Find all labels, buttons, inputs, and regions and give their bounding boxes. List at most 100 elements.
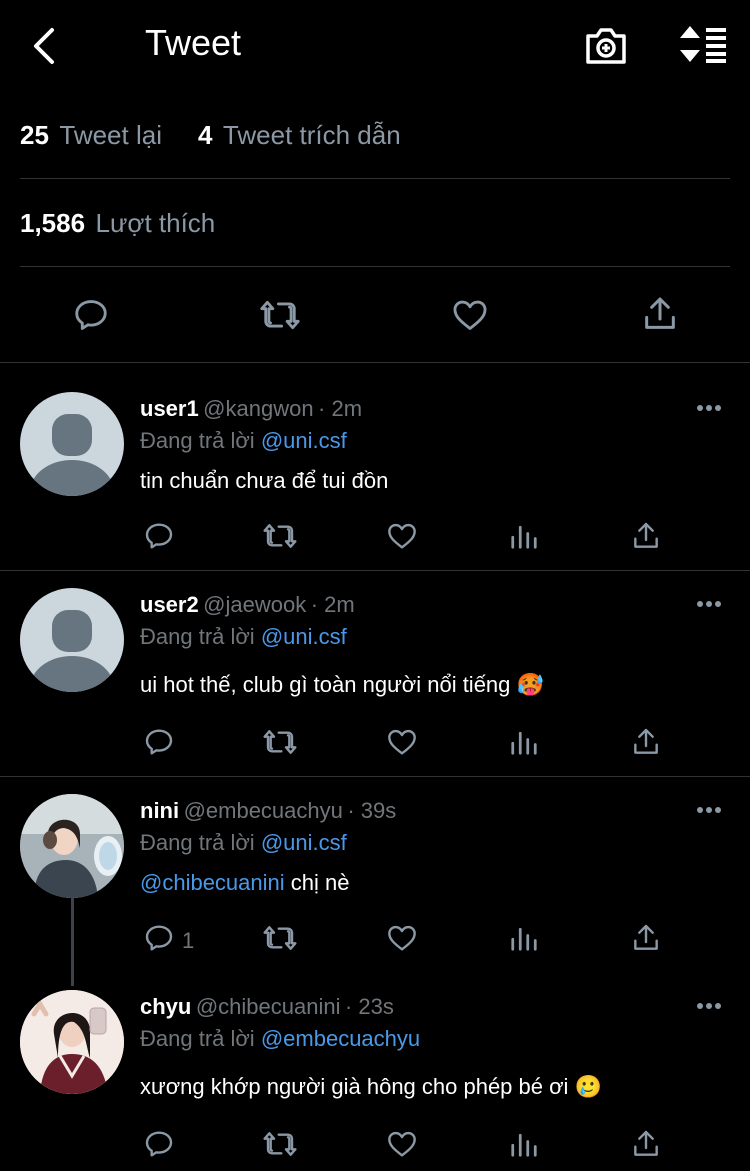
body-mention-link[interactable]: @chibecuanini xyxy=(140,870,285,895)
more-dots-icon xyxy=(697,807,721,813)
reply-mention-link[interactable]: @uni.csf xyxy=(261,428,347,453)
retweet-icon xyxy=(263,926,297,950)
tweet-actions: 1 xyxy=(140,922,670,958)
retweet-count: 25 xyxy=(20,120,49,150)
tweet-text-wrap: ui hot thế, club gì toàn người nổi tiếng… xyxy=(140,672,544,698)
retweet-button[interactable] xyxy=(258,296,302,334)
analytics-button[interactable] xyxy=(509,726,539,758)
like-count: 1,586 xyxy=(20,208,86,238)
heart-icon xyxy=(388,1131,416,1157)
avatar[interactable] xyxy=(20,990,124,1094)
like-button[interactable] xyxy=(386,520,418,552)
avatar[interactable] xyxy=(20,794,124,898)
divider xyxy=(0,362,750,363)
divider xyxy=(20,266,730,267)
analytics-icon xyxy=(511,927,537,951)
more-button[interactable] xyxy=(696,600,722,608)
heart-icon xyxy=(388,729,416,755)
tweet-text-wrap: xương khớp người già hông cho phép bé ơi… xyxy=(140,1074,602,1100)
like-button[interactable] xyxy=(450,296,490,334)
divider xyxy=(0,776,750,777)
reply-button[interactable] xyxy=(143,520,175,552)
tweet-text: ui hot thế, club gì toàn người nổi tiếng xyxy=(140,672,511,697)
quote-count: 4 xyxy=(198,120,213,150)
like-button[interactable] xyxy=(386,922,418,954)
retweet-button[interactable] xyxy=(262,922,298,954)
avatar[interactable] xyxy=(20,392,124,496)
like-stats[interactable]: 1,586 Lượt thích xyxy=(20,208,215,239)
page-title: Tweet xyxy=(145,22,242,63)
reply-button[interactable] xyxy=(143,1128,175,1160)
handle[interactable]: @embecuachyu xyxy=(184,798,343,823)
more-button[interactable] xyxy=(696,806,722,814)
retweet-button[interactable] xyxy=(262,1128,298,1160)
share-button[interactable] xyxy=(630,520,662,552)
timestamp: · 2m xyxy=(310,592,355,617)
analytics-icon xyxy=(511,1133,537,1157)
tweet-text: chị nè xyxy=(284,870,350,895)
more-dots-icon xyxy=(697,601,721,607)
retweet-button[interactable] xyxy=(262,520,298,552)
handle[interactable]: @chibecuanini xyxy=(196,994,341,1019)
default-avatar-icon xyxy=(30,610,114,692)
replying-label: Đang trả lời xyxy=(140,1026,255,1051)
analytics-button[interactable] xyxy=(509,1128,539,1160)
tweet-header: user2 @jaewook · 2m xyxy=(140,592,355,618)
heart-icon xyxy=(388,523,416,549)
retweet-button[interactable] xyxy=(262,726,298,758)
divider xyxy=(0,570,750,571)
share-button[interactable] xyxy=(640,294,680,334)
camera-button[interactable] xyxy=(584,24,628,66)
smiling-tear-emoji: 🥲 xyxy=(574,1074,602,1099)
replying-label: Đang trả lời xyxy=(140,624,255,649)
handle[interactable]: @jaewook xyxy=(203,592,306,617)
tweet-header: nini @embecuachyu · 39s xyxy=(140,798,396,824)
timestamp: · 23s xyxy=(344,994,394,1019)
analytics-button[interactable] xyxy=(509,520,539,552)
back-button[interactable] xyxy=(28,26,60,66)
replying-to: Đang trả lời @uni.csf xyxy=(140,830,347,856)
share-button[interactable] xyxy=(630,1128,662,1160)
reply-mention-link[interactable]: @uni.csf xyxy=(261,830,347,855)
user-photo-icon xyxy=(20,794,124,898)
retweet-stats[interactable]: 25 Tweet lại xyxy=(20,120,162,151)
reply-button[interactable] xyxy=(143,726,175,758)
reply-button[interactable] xyxy=(143,922,175,954)
analytics-icon xyxy=(511,525,537,549)
replying-to: Đang trả lời @uni.csf xyxy=(140,624,347,650)
retweet-icon xyxy=(263,524,297,548)
reply-icon xyxy=(145,729,173,755)
reply-button[interactable] xyxy=(72,296,110,334)
display-name[interactable]: chyu xyxy=(140,994,191,1019)
quote-stats[interactable]: 4 Tweet trích dẫn xyxy=(198,120,401,151)
avatar[interactable] xyxy=(20,588,124,692)
camera-plus-icon xyxy=(586,28,626,64)
sort-button[interactable] xyxy=(676,24,728,64)
analytics-icon xyxy=(511,731,537,755)
reply-mention-link[interactable]: @embecuachyu xyxy=(261,1026,420,1051)
replying-label: Đang trả lời xyxy=(140,428,255,453)
share-icon xyxy=(645,297,675,329)
display-name[interactable]: user2 xyxy=(140,592,199,617)
share-button[interactable] xyxy=(630,922,662,954)
display-name[interactable]: nini xyxy=(140,798,179,823)
reply-icon xyxy=(145,523,173,549)
more-button[interactable] xyxy=(696,1002,722,1010)
analytics-button[interactable] xyxy=(509,922,539,954)
share-icon xyxy=(634,728,658,754)
replying-label: Đang trả lời xyxy=(140,830,255,855)
tweet-text: tin chuẩn chưa để tui đồn xyxy=(140,468,389,493)
handle[interactable]: @kangwon xyxy=(203,396,313,421)
user-photo-icon xyxy=(20,990,124,1094)
like-button[interactable] xyxy=(386,1128,418,1160)
share-icon xyxy=(634,924,658,950)
reply-icon xyxy=(75,300,107,330)
reply-icon xyxy=(145,925,173,951)
more-button[interactable] xyxy=(696,404,722,412)
reply-mention-link[interactable]: @uni.csf xyxy=(261,624,347,649)
heart-icon xyxy=(388,925,416,951)
like-button[interactable] xyxy=(386,726,418,758)
tweet-actions xyxy=(140,726,670,762)
display-name[interactable]: user1 xyxy=(140,396,199,421)
share-button[interactable] xyxy=(630,726,662,758)
